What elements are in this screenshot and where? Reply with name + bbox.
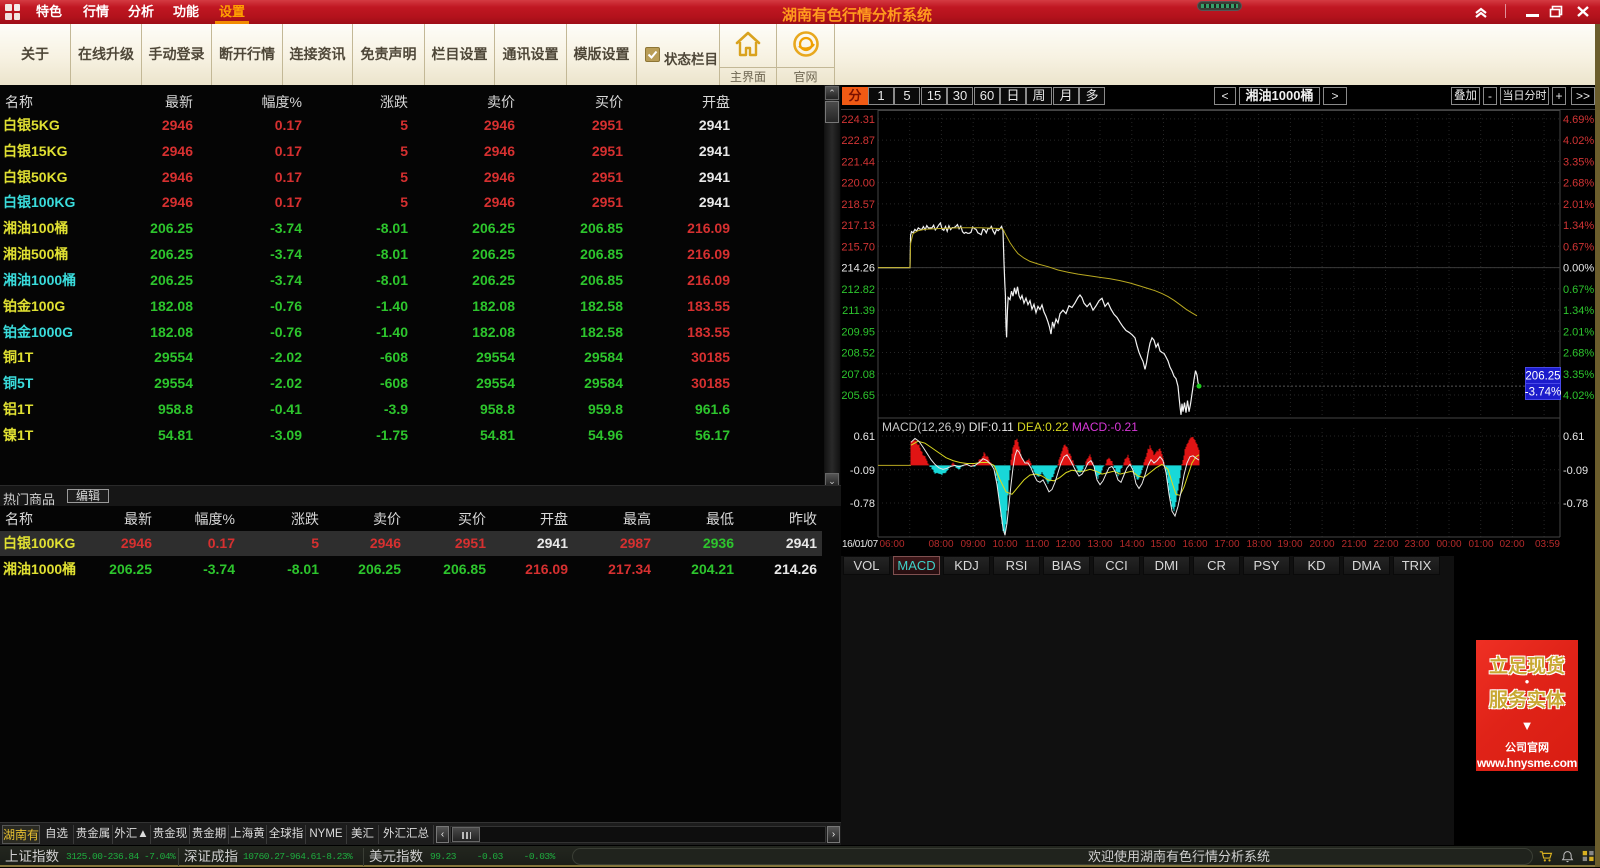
svg-text:1.34%: 1.34% [1563, 305, 1594, 317]
svg-text:17:00: 17:00 [1214, 539, 1239, 550]
svg-text:206.25: 206.25 [1525, 371, 1560, 383]
svg-text:09:00: 09:00 [960, 539, 985, 550]
svg-text:221.44: 221.44 [841, 156, 875, 168]
svg-text:2.01%: 2.01% [1563, 326, 1594, 338]
svg-text:-0.78: -0.78 [1563, 498, 1588, 510]
svg-text:18:00: 18:00 [1246, 539, 1271, 550]
svg-text:212.82: 212.82 [841, 284, 875, 296]
svg-text:0.61: 0.61 [1563, 431, 1584, 443]
svg-text:MACD(12,26,9) DIF:0.11 DEA:0.2: MACD(12,26,9) DIF:0.11 DEA:0.22 MACD:-0.… [882, 420, 1138, 434]
svg-text:0.67%: 0.67% [1563, 284, 1594, 296]
svg-text:214.26: 214.26 [841, 263, 875, 275]
svg-text:03:59: 03:59 [1535, 539, 1560, 550]
svg-text:3.35%: 3.35% [1563, 369, 1594, 381]
svg-text:16/01/07: 16/01/07 [842, 539, 879, 550]
svg-text:19:00: 19:00 [1277, 539, 1302, 550]
svg-text:11:00: 11:00 [1025, 539, 1050, 550]
svg-text:2.68%: 2.68% [1563, 178, 1594, 190]
svg-text:209.95: 209.95 [841, 326, 875, 338]
svg-text:4.02%: 4.02% [1563, 390, 1594, 402]
svg-text:0.67%: 0.67% [1563, 241, 1594, 253]
svg-text:3.35%: 3.35% [1563, 156, 1594, 168]
svg-text:-0.09: -0.09 [1563, 465, 1588, 477]
svg-text:16:00: 16:00 [1182, 539, 1207, 550]
svg-text:218.57: 218.57 [841, 199, 875, 211]
svg-text:00:00: 00:00 [1436, 539, 1461, 550]
svg-text:2.01%: 2.01% [1563, 199, 1594, 211]
svg-text:10:00: 10:00 [992, 539, 1017, 550]
svg-text:220.00: 220.00 [841, 178, 875, 190]
svg-text:0.00%: 0.00% [1563, 263, 1594, 275]
svg-text:01:00: 01:00 [1468, 539, 1493, 550]
svg-text:1.34%: 1.34% [1563, 220, 1594, 232]
svg-text:207.08: 207.08 [841, 369, 875, 381]
svg-text:15:00: 15:00 [1150, 539, 1175, 550]
svg-text:02:00: 02:00 [1499, 539, 1524, 550]
svg-text:217.13: 217.13 [841, 220, 875, 232]
svg-text:215.70: 215.70 [841, 241, 875, 253]
svg-text:-3.74%: -3.74% [1525, 387, 1561, 399]
svg-text:23:00: 23:00 [1404, 539, 1429, 550]
svg-text:20:00: 20:00 [1309, 539, 1334, 550]
svg-text:0.61: 0.61 [854, 431, 875, 443]
svg-text:-0.78: -0.78 [850, 498, 875, 510]
svg-text:205.65: 205.65 [841, 390, 875, 402]
svg-text:208.52: 208.52 [841, 348, 875, 360]
svg-text:211.39: 211.39 [842, 305, 875, 317]
svg-text:222.87: 222.87 [841, 135, 875, 147]
svg-text:14:00: 14:00 [1119, 539, 1144, 550]
svg-text:224.31: 224.31 [841, 114, 875, 126]
svg-text:4.69%: 4.69% [1563, 114, 1594, 126]
svg-text:12:00: 12:00 [1055, 539, 1080, 550]
svg-text:-0.09: -0.09 [850, 465, 875, 477]
svg-text:4.02%: 4.02% [1563, 135, 1594, 147]
svg-text:08:00: 08:00 [928, 539, 953, 550]
svg-text:13:00: 13:00 [1087, 539, 1112, 550]
svg-text:2.68%: 2.68% [1563, 348, 1594, 360]
svg-text:22:00: 22:00 [1373, 539, 1398, 550]
svg-text:21:00: 21:00 [1341, 539, 1366, 550]
svg-text:06:00: 06:00 [879, 539, 904, 550]
